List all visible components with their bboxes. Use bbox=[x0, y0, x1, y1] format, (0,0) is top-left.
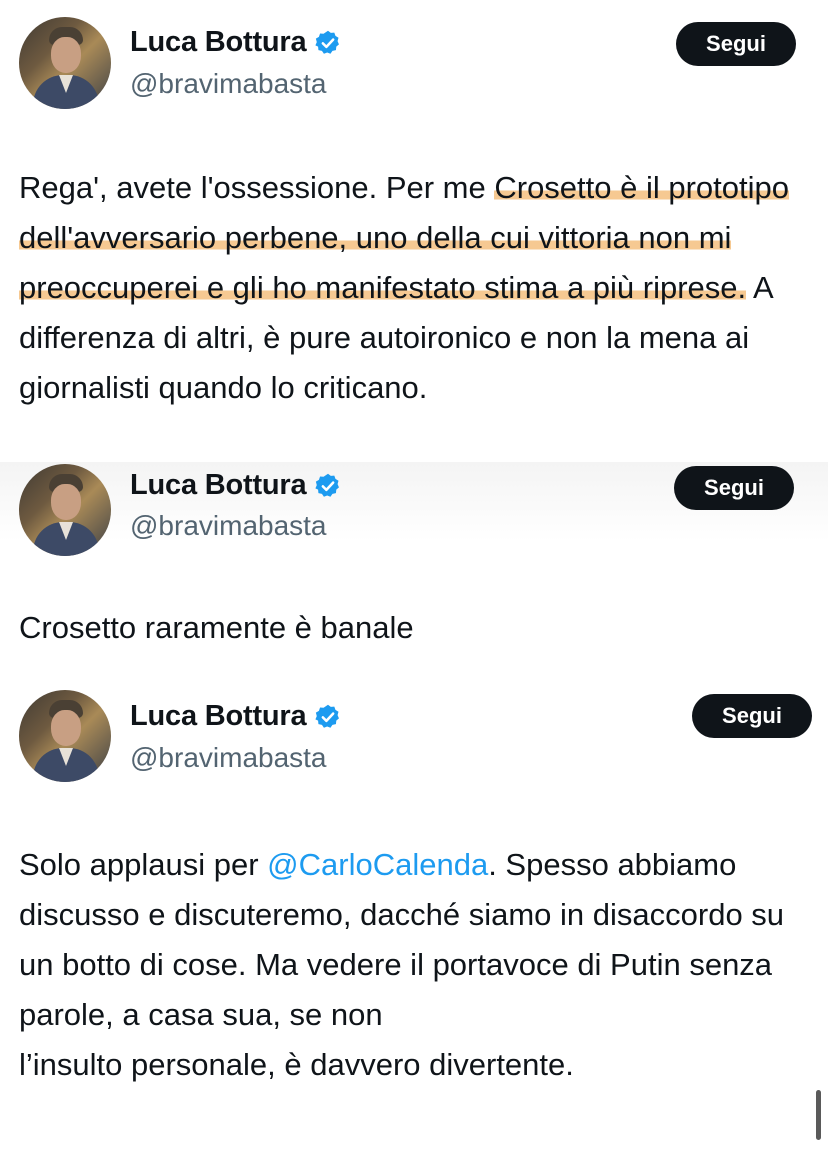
author-name[interactable]: Luca Bottura bbox=[130, 700, 307, 733]
avatar[interactable] bbox=[19, 464, 111, 556]
avatar[interactable] bbox=[19, 17, 111, 109]
mention-link[interactable]: @CarloCalenda bbox=[267, 847, 488, 882]
tweet-card: Luca Bottura @bravimabasta Segui Solo ap… bbox=[0, 672, 828, 1149]
author-handle[interactable]: @bravimabasta bbox=[130, 510, 327, 542]
avatar[interactable] bbox=[19, 690, 111, 782]
author-name-row[interactable]: Luca Bottura bbox=[130, 700, 342, 733]
author-name-row[interactable]: Luca Bottura bbox=[130, 469, 342, 502]
author-handle[interactable]: @bravimabasta bbox=[130, 68, 327, 100]
verified-badge-icon bbox=[315, 30, 340, 54]
tweet-text: Solo applausi per @CarloCalenda. Spesso … bbox=[19, 840, 819, 1090]
author-name-row[interactable]: Luca Bottura bbox=[130, 26, 342, 59]
follow-button[interactable]: Segui bbox=[692, 694, 812, 738]
author-name[interactable]: Luca Bottura bbox=[130, 26, 307, 59]
verified-badge-icon bbox=[315, 704, 340, 728]
follow-button[interactable]: Segui bbox=[676, 22, 796, 66]
tweet-text-part: Solo applausi per bbox=[19, 847, 268, 882]
tweet-card: Luca Bottura @bravimabasta Segui Crosett… bbox=[0, 462, 828, 672]
tweet-text-part: . Spesso abbiamo discusso e discuteremo,… bbox=[19, 847, 785, 1082]
tweet-text-part: Rega', avete l'ossessione. Per me bbox=[19, 170, 495, 205]
verified-badge-icon bbox=[315, 473, 340, 497]
tweet-card: Luca Bottura @bravimabasta Segui Rega', … bbox=[0, 0, 828, 462]
author-handle[interactable]: @bravimabasta bbox=[130, 742, 327, 774]
scrollbar[interactable] bbox=[816, 1090, 821, 1140]
author-name[interactable]: Luca Bottura bbox=[130, 469, 307, 502]
tweet-text: Rega', avete l'ossessione. Per me Croset… bbox=[19, 163, 809, 413]
follow-button[interactable]: Segui bbox=[674, 466, 794, 510]
tweet-text: Crosetto raramente è banale bbox=[19, 610, 414, 645]
